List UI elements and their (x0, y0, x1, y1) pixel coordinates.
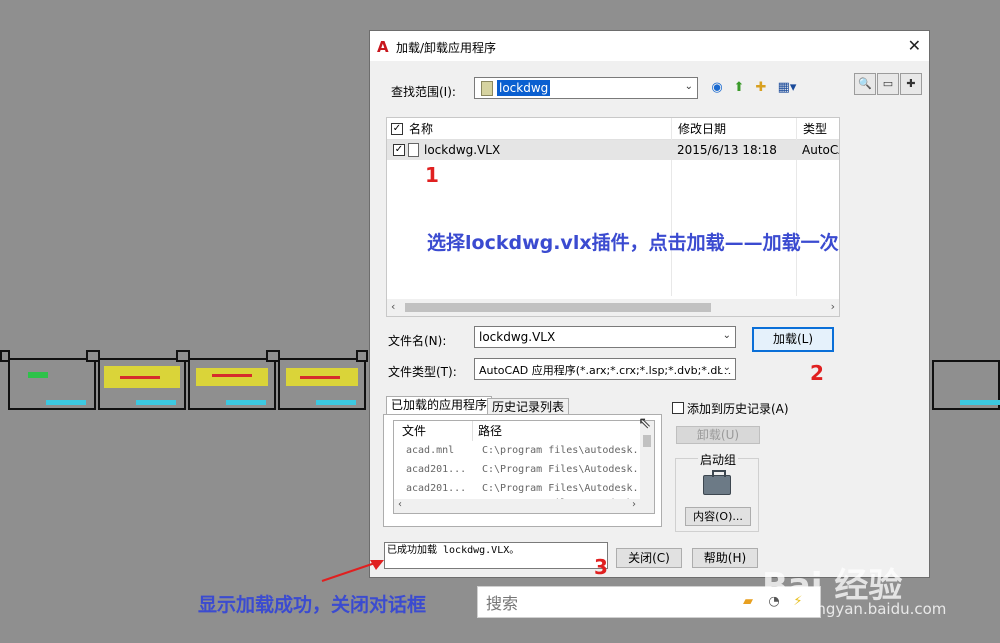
step-2-marker: 2 (810, 361, 824, 385)
loaded-list-vscrollbar[interactable] (640, 421, 654, 501)
title-bar: A 加载/卸载应用程序 ✕ (370, 31, 929, 61)
file-checkbox[interactable]: ✓ (393, 144, 405, 156)
tab-loaded-apps[interactable]: 已加载的应用程序 (386, 396, 493, 416)
close-icon[interactable]: ✕ (908, 36, 921, 55)
loaded-list-header: 文件 路径 (394, 421, 654, 441)
cad-drawing-thumbnail-right (930, 352, 1000, 412)
select-all-checkbox[interactable]: ✓ (391, 123, 403, 135)
file-type-cell: AutoCA (802, 143, 839, 157)
instruction-annotation: 选择lockdwg.vlx插件，点击加载——加载一次 (427, 232, 839, 254)
chevron-down-icon: ⌄ (684, 81, 693, 92)
step-1-marker: 1 (425, 163, 439, 187)
loaded-list-hscrollbar[interactable]: ‹ › (394, 499, 654, 513)
file-name-combo[interactable]: lockdwg.VLX ⌄ (474, 326, 736, 348)
list-item[interactable]: acad.mnl C:\program files\autodesk... (394, 441, 654, 460)
autocad-logo-icon: A (377, 38, 389, 56)
status-text: 已成功加载 lockdwg.VLX。 (384, 542, 608, 569)
list-item[interactable]: acad201... C:\Program Files\Autodesk... (394, 460, 654, 479)
add-to-history-checkbox[interactable] (672, 402, 684, 414)
scroll-right-icon[interactable]: › (632, 499, 636, 510)
column-date[interactable]: 修改日期 (671, 118, 801, 140)
up-folder-icon[interactable]: ⬆ (730, 79, 748, 97)
browse-folder-icon[interactable]: ▭ (877, 73, 899, 95)
column-path[interactable]: 路径 (478, 421, 502, 441)
new-folder-icon[interactable]: ✚ (752, 79, 770, 97)
close-button[interactable]: 关闭(C) (616, 548, 682, 568)
startup-group-title: 启动组 (698, 451, 739, 468)
scroll-left-icon[interactable]: ‹ (391, 300, 395, 313)
add-to-history-label: 添加到历史记录(A) (687, 402, 789, 416)
column-name[interactable]: 名称 (403, 118, 433, 140)
baidu-watermark-url: jingyan.baidu.com (808, 600, 947, 618)
look-in-combo[interactable]: lockdwg ⌄ (474, 77, 698, 99)
folder-icon (481, 81, 493, 96)
back-icon[interactable]: ◉ (708, 79, 726, 97)
file-icon (408, 143, 419, 157)
annotation-arrow (321, 560, 384, 582)
search-input[interactable] (486, 592, 726, 614)
column-type[interactable]: 类型 (796, 118, 839, 140)
file-type-label: 文件类型(T): (388, 365, 457, 379)
help-button[interactable]: 帮助(H) (692, 548, 758, 568)
file-row[interactable]: ✓ lockdwg.VLX 2015/6/13 18:18 AutoCA (387, 140, 839, 160)
loaded-apps-list[interactable]: 文件 路径 acad.mnl C:\program files\autodesk… (393, 420, 655, 514)
loaded-apps-panel: 文件 路径 acad.mnl C:\program files\autodesk… (383, 414, 662, 527)
search-web-icon[interactable]: 🔍 (854, 73, 876, 95)
step-3-marker: 3 (594, 555, 608, 579)
file-list-hscrollbar[interactable]: ‹ › (387, 299, 839, 316)
look-in-value: lockdwg (497, 80, 551, 96)
mouse-cursor-icon: ⇖ (638, 413, 652, 432)
file-type-value: AutoCAD 应用程序(*.arx;*.crx;*.lsp;*.dvb;*.d… (479, 364, 731, 377)
sort-arrow-icon: ⌃ (524, 117, 534, 125)
dialog-title: 加载/卸载应用程序 (396, 41, 497, 55)
briefcase-icon (703, 470, 731, 495)
file-list[interactable]: ✓ 名称 ⌃ 修改日期 类型 ✓ lockdwg.VLX 2015/6/13 1… (386, 117, 840, 317)
load-unload-dialog: A 加载/卸载应用程序 ✕ 查找范围(I): lockdwg ⌄ ◉ ⬆ ✚ ▦… (369, 30, 930, 579)
scroll-thumb[interactable] (405, 303, 711, 312)
load-button[interactable]: 加载(L) (752, 327, 834, 352)
file-name-label: 文件名(N): (388, 334, 447, 348)
unload-button[interactable]: 卸载(U) (676, 426, 760, 444)
scroll-right-icon[interactable]: › (831, 300, 835, 313)
add-favorite-icon[interactable]: ✚ (900, 73, 922, 95)
column-file[interactable]: 文件 (402, 421, 426, 441)
chevron-down-icon: ⌄ (720, 362, 731, 373)
views-menu-icon[interactable]: ▦▾ (774, 79, 800, 97)
startup-group: 启动组 内容(O)... (675, 451, 759, 532)
scroll-left-icon[interactable]: ‹ (398, 499, 402, 510)
look-in-label: 查找范围(I): (391, 85, 456, 99)
file-list-header: ✓ 名称 ⌃ 修改日期 类型 (387, 118, 839, 140)
file-name-cell: lockdwg.VLX (424, 143, 501, 157)
contents-button[interactable]: 内容(O)... (685, 507, 751, 526)
folder-icon[interactable]: ▰ (740, 594, 756, 610)
bottom-note-annotation: 显示加载成功，关闭对话框 (198, 594, 427, 616)
chevron-down-icon: ⌄ (722, 330, 731, 341)
file-date-cell: 2015/6/13 18:18 (677, 143, 777, 157)
cad-drawing-thumbnails (0, 350, 370, 412)
scroll-thumb[interactable] (643, 435, 651, 447)
file-name-value: lockdwg.VLX (479, 330, 556, 344)
file-type-combo[interactable]: AutoCAD 应用程序(*.arx;*.crx;*.lsp;*.dvb;*.d… (474, 358, 736, 380)
